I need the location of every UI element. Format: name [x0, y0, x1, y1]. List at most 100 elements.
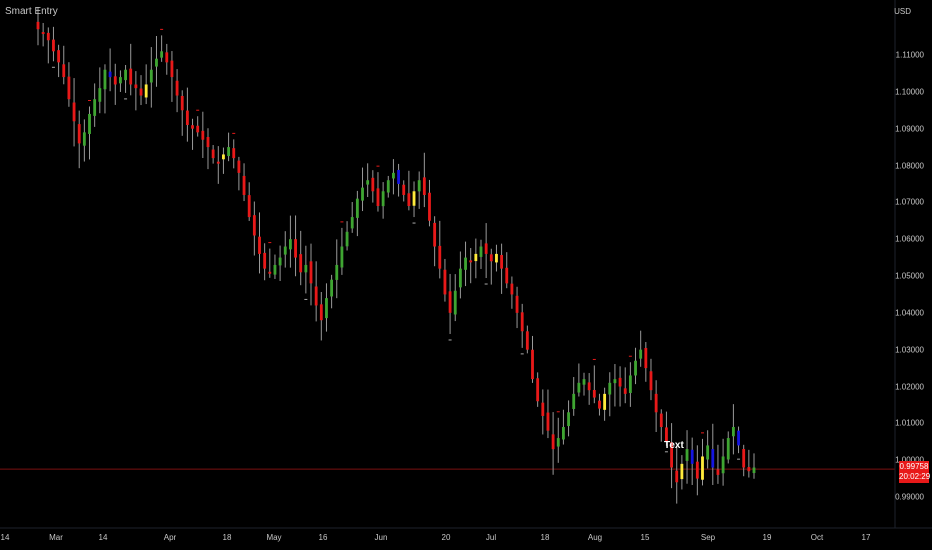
candle-body	[556, 438, 560, 447]
candles-group	[36, 7, 756, 504]
candle-body	[592, 389, 596, 398]
candle-body	[160, 51, 164, 58]
candle-body	[695, 461, 699, 479]
y-tick-label: 1.01000	[895, 418, 924, 428]
candle-body	[72, 102, 76, 122]
candle-body	[577, 382, 581, 393]
candle-body	[98, 88, 102, 102]
candle-body	[448, 291, 452, 313]
marker-ticks-group	[51, 28, 741, 460]
candle-body	[52, 39, 55, 52]
candle-body	[690, 449, 694, 464]
candle-body	[294, 239, 297, 258]
candle-body	[36, 21, 40, 30]
candle-body	[525, 331, 529, 350]
candle-body	[108, 71, 112, 78]
x-tick-label: 18	[222, 533, 232, 542]
candle-body	[520, 312, 524, 332]
x-tick-label: 16	[318, 533, 328, 542]
x-tick-label: Jun	[374, 533, 388, 542]
x-tick-label: May	[266, 533, 282, 542]
candle-body	[515, 295, 519, 313]
candle-body	[355, 198, 359, 218]
candle-body	[185, 110, 189, 125]
y-tick-label: 1.11000	[895, 50, 924, 60]
candle-body	[376, 188, 380, 207]
candle-body	[428, 192, 431, 221]
candle-body	[216, 161, 220, 164]
x-tick-label: 14	[98, 533, 108, 542]
candle-body	[458, 268, 462, 288]
x-tick-label: 17	[861, 533, 871, 542]
candle-body	[402, 184, 406, 195]
candle-body	[737, 430, 740, 446]
candle-body	[299, 254, 303, 273]
candle-body	[680, 463, 684, 480]
candle-body	[268, 271, 272, 274]
candle-body	[397, 169, 400, 184]
candle-body	[366, 180, 370, 185]
candle-body	[273, 264, 277, 275]
candle-body	[546, 412, 550, 431]
candle-body	[443, 269, 447, 295]
y-tick-label: 1.05000	[895, 271, 924, 281]
candle-body	[340, 246, 344, 268]
x-tick-label: 19	[762, 533, 772, 542]
candle-body	[541, 402, 545, 416]
candle-body	[603, 393, 607, 410]
candle-body	[191, 125, 194, 129]
candle-body	[278, 257, 282, 266]
candle-body	[407, 193, 411, 207]
candle-body	[649, 371, 653, 391]
price-badge: 0.99758 20:02:29	[899, 461, 931, 483]
candle-body	[572, 393, 576, 409]
x-tick-label: 20	[441, 533, 451, 542]
candle-body	[716, 469, 720, 475]
candle-body	[149, 69, 153, 83]
candle-body	[345, 231, 349, 247]
x-tick-label: 15	[640, 533, 650, 542]
candle-body	[67, 76, 71, 100]
candle-body	[206, 136, 210, 148]
candle-body	[561, 427, 565, 440]
candle-body	[505, 267, 509, 284]
candle-body	[124, 69, 127, 81]
candle-body	[330, 279, 334, 297]
candle-body	[500, 254, 504, 269]
candle-body	[623, 388, 627, 394]
x-tick-label: Aug	[587, 533, 603, 542]
price-chart[interactable]	[0, 0, 932, 550]
candle-body	[701, 456, 704, 480]
candle-body	[752, 467, 756, 474]
candle-body	[644, 347, 648, 369]
candle-body	[227, 147, 231, 157]
chart-annotation[interactable]: Text	[664, 440, 684, 451]
candle-body	[634, 360, 637, 376]
candle-body	[747, 467, 751, 472]
candle-body	[567, 412, 570, 427]
x-tick-label: Apr	[163, 533, 177, 542]
candle-body	[453, 290, 457, 315]
candle-body	[484, 243, 488, 254]
candle-body	[675, 470, 679, 483]
candle-body	[659, 413, 663, 428]
candle-body	[144, 84, 148, 98]
y-tick-label: 1.03000	[895, 345, 924, 355]
candle-body	[237, 160, 241, 173]
y-tick-label: 1.09000	[895, 124, 924, 134]
candle-body	[314, 286, 318, 306]
candle-body	[721, 456, 725, 474]
candle-body	[628, 375, 632, 394]
price-badge-countdown: 20:02:29	[899, 472, 931, 481]
candle-body	[283, 246, 287, 255]
candle-body	[417, 180, 421, 192]
candle-body	[263, 252, 267, 269]
candle-body	[180, 95, 184, 111]
y-tick-label: 1.07000	[895, 197, 924, 207]
candle-body	[433, 222, 437, 247]
candle-body	[536, 378, 540, 402]
candle-body	[57, 50, 61, 63]
candle-body	[93, 99, 97, 116]
candle-body	[88, 113, 91, 134]
candle-body	[742, 449, 746, 468]
